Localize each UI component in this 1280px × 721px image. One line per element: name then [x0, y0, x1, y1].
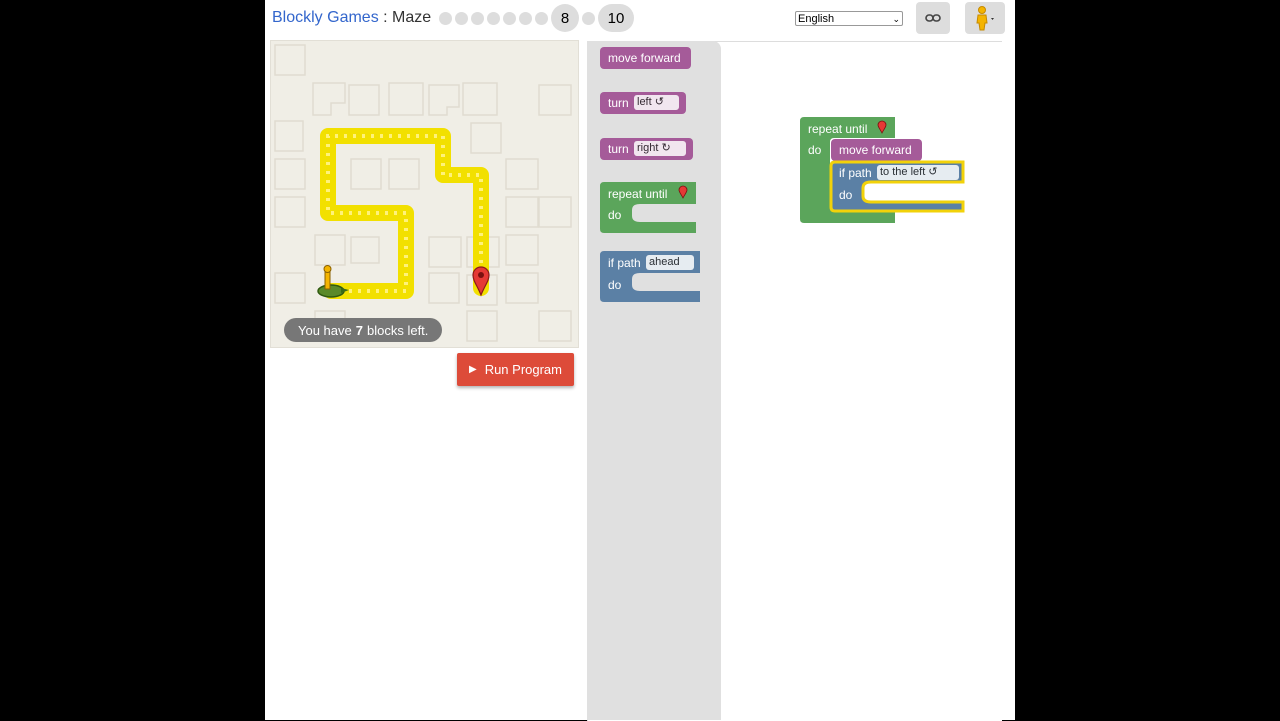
dropdown-value: right ↻ [637, 142, 671, 154]
maze-display: You have 7 blocks left. [270, 40, 579, 348]
level-4-dot[interactable] [487, 11, 500, 25]
language-select[interactable]: English ⌄ [795, 11, 903, 26]
map-marker-icon [877, 120, 887, 134]
level-7-dot[interactable] [535, 11, 548, 25]
capacity-count: 7 [355, 322, 363, 338]
program-move-forward-block[interactable]: move forward [831, 139, 922, 161]
program-if-path-block[interactable]: if path do to the left ↺ [829, 160, 965, 213]
level-1-dot[interactable] [439, 11, 452, 25]
block-label: repeat until [808, 122, 868, 136]
turn-direction-dropdown[interactable]: left ↺ [634, 95, 679, 110]
play-icon: ▶ [468, 364, 477, 375]
block-do-label: do [608, 278, 622, 292]
pegman-start-icon [317, 265, 349, 298]
turn-direction-dropdown[interactable]: right ↻ [634, 141, 686, 156]
level-6-dot[interactable] [519, 11, 532, 25]
link-icon [925, 14, 941, 22]
block-do-label: do [839, 188, 853, 202]
blocks-left-badge: You have 7 blocks left. [284, 318, 443, 342]
chevron-down-icon: ⌄ [892, 14, 900, 24]
level-selector: 8 10 [439, 3, 637, 33]
game-name: Maze [392, 9, 432, 26]
level-3-dot[interactable] [471, 11, 484, 25]
dropdown-value: to the left ↺ [880, 166, 938, 178]
path-direction-dropdown[interactable]: ahead [646, 255, 694, 270]
pegman-button[interactable] [965, 2, 1005, 34]
level-10[interactable]: 10 [598, 4, 634, 32]
block-do-label: do [608, 208, 622, 222]
block-label: if path [839, 166, 872, 180]
dropdown-value: ahead [649, 256, 680, 268]
maze-wall-tiles [274, 44, 572, 342]
level-5-dot[interactable] [503, 11, 516, 25]
toolbox-turn-left-block[interactable]: turn left ↺ [600, 92, 686, 114]
dropdown-value: left ↺ [637, 96, 664, 108]
capacity-prefix: You have [298, 322, 352, 338]
page: Blockly Games : Maze 8 10 English ⌄ You … [265, 0, 1015, 721]
toolbox-repeat-until-block[interactable]: repeat until do [600, 182, 696, 233]
level-2-dot[interactable] [455, 11, 468, 25]
path-direction-dropdown[interactable]: to the left ↺ [877, 165, 959, 180]
maze-board [274, 44, 572, 342]
language-value: English [798, 13, 835, 25]
block-label: move forward [608, 51, 681, 65]
toolbox-move-forward-block[interactable]: move forward [600, 47, 691, 69]
block-label: if path [608, 256, 641, 270]
title-separator: : [378, 9, 393, 26]
block-label: turn [608, 96, 629, 110]
capacity-suffix: blocks left. [366, 322, 429, 338]
pegman-icon [976, 6, 994, 31]
link-button[interactable] [916, 2, 950, 34]
current-level[interactable]: 8 [551, 4, 579, 32]
map-marker-icon [678, 185, 688, 199]
block-do-label: do [808, 143, 822, 157]
block-label: move forward [839, 143, 912, 157]
block-label: repeat until [608, 187, 668, 201]
run-program-label: Run Program [484, 362, 562, 377]
toolbox-turn-right-block[interactable]: turn right ↻ [600, 138, 693, 160]
blockly-games-link[interactable]: Blockly Games [272, 9, 379, 26]
run-program-button[interactable]: ▶ Run Program [457, 353, 574, 386]
block-label: turn [608, 142, 629, 156]
toolbox-if-path-block[interactable]: if path do ahead [600, 251, 700, 302]
level-9-dot[interactable] [582, 11, 595, 25]
page-title: Blockly Games : Maze [272, 9, 431, 27]
